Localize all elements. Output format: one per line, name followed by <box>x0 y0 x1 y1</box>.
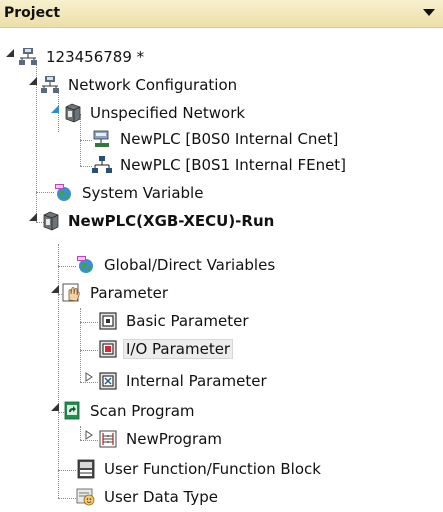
tree-label: Basic Parameter <box>126 312 249 330</box>
tree-node-network-configuration[interactable]: Network Configuration <box>40 72 240 98</box>
tree-node-io-parameter[interactable]: I/O Parameter <box>98 336 234 362</box>
tree-label: User Function/Function Block <box>104 460 321 478</box>
tree-node-plc-cnet[interactable]: NewPLC [B0S0 Internal Cnet] <box>92 126 341 152</box>
user-data-type-icon <box>76 488 95 506</box>
collapse-toggle-icon[interactable] <box>50 104 60 114</box>
collapse-toggle-icon[interactable] <box>50 402 60 412</box>
internal-parameter-icon <box>99 372 117 390</box>
tree-node-basic-parameter[interactable]: Basic Parameter <box>98 308 252 334</box>
tree-label: I/O Parameter <box>123 339 234 359</box>
tree-node-plc-fenet[interactable]: NewPLC [B0S1 Internal FEnet] <box>92 152 349 178</box>
tree-label: System Variable <box>82 184 204 202</box>
tree-label: NewPLC [B0S1 Internal FEnet] <box>120 156 347 174</box>
collapse-toggle-icon[interactable] <box>50 284 60 294</box>
plc-rack-icon <box>65 103 81 123</box>
collapse-toggle-icon[interactable] <box>28 76 38 86</box>
basic-parameter-icon <box>99 312 117 330</box>
tree-node-internal-parameter[interactable]: Internal Parameter <box>98 368 270 394</box>
parameter-hand-icon <box>62 283 80 302</box>
tree-node-new-program[interactable]: NewProgram <box>98 426 225 452</box>
collapse-toggle-icon[interactable] <box>28 212 38 222</box>
expand-toggle-icon[interactable] <box>84 372 94 382</box>
io-parameter-icon <box>99 340 117 358</box>
project-tree: 123456789 * Network Configuration Unspec… <box>0 28 443 512</box>
tree-node-global-variables[interactable]: Global/Direct Variables <box>76 252 278 278</box>
expand-toggle-icon[interactable] <box>84 430 94 440</box>
tree-label: Parameter <box>90 284 169 302</box>
panel-title: Project <box>4 5 61 21</box>
tree-label: NewPLC [B0S0 Internal Cnet] <box>120 130 339 148</box>
ethernet-icon <box>92 156 112 173</box>
panel-dropdown-icon[interactable] <box>423 9 435 16</box>
network-icon <box>19 48 37 65</box>
tree-label: Unspecified Network <box>90 104 246 122</box>
tree-label: User Data Type <box>104 488 218 506</box>
tree-node-user-function[interactable]: User Function/Function Block <box>76 456 324 482</box>
ladder-program-icon <box>99 430 117 448</box>
network-icon <box>41 76 59 93</box>
scan-program-icon <box>64 401 80 420</box>
tree-node-parameter[interactable]: Parameter <box>62 280 171 306</box>
tree-label: 123456789 * <box>46 48 145 66</box>
project-panel-header: Project <box>0 0 443 28</box>
serial-comm-icon <box>93 130 109 147</box>
tree-label: Scan Program <box>90 402 195 420</box>
tree-label: NewProgram <box>126 430 223 448</box>
tree-label: Internal Parameter <box>126 372 267 390</box>
globe-variable-icon <box>77 256 93 273</box>
tree-label: Global/Direct Variables <box>104 256 276 274</box>
tree-node-plc-run[interactable]: NewPLC(XGB-XECU)-Run <box>40 208 277 234</box>
tree-node-unspecified-network[interactable]: Unspecified Network <box>62 100 248 126</box>
tree-label: NewPLC(XGB-XECU)-Run <box>68 212 275 230</box>
tree-node-user-data-type[interactable]: User Data Type <box>76 484 221 510</box>
plc-rack-icon <box>43 211 59 231</box>
tree-label: Network Configuration <box>68 76 238 94</box>
tree-node-scan-program[interactable]: Scan Program <box>62 398 198 424</box>
collapse-toggle-icon[interactable] <box>5 48 15 58</box>
function-block-icon <box>77 459 95 479</box>
tree-node-project[interactable]: 123456789 * <box>18 44 147 70</box>
globe-variable-icon <box>55 184 71 201</box>
tree-node-system-variable[interactable]: System Variable <box>54 180 206 206</box>
